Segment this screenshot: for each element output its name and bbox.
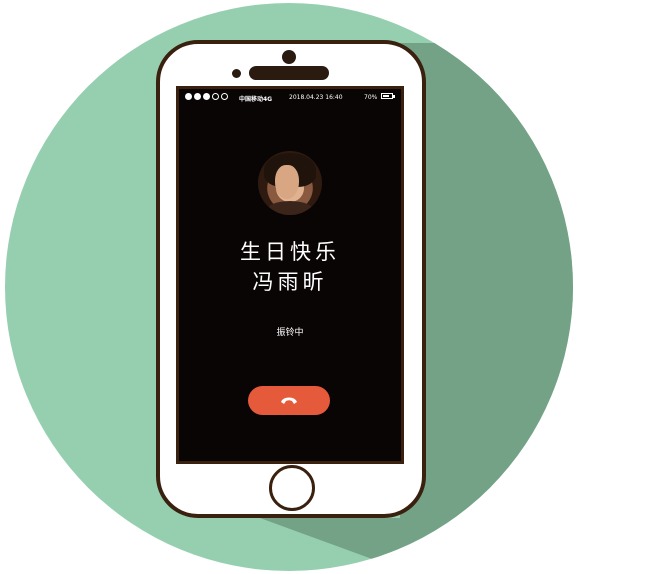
avatar-shoulder: [266, 201, 314, 215]
earpiece-speaker: [249, 66, 329, 80]
signal-strength-icon: [185, 93, 228, 100]
signal-dot: [194, 93, 201, 100]
call-status: 振铃中: [276, 328, 304, 338]
signal-dot: [203, 93, 210, 100]
phone-illustration: 中国移动4G 2018.04.23 16:40 70% 生日快乐 冯雨昕 振铃中: [0, 0, 659, 574]
signal-dot: [221, 93, 228, 100]
hangup-button[interactable]: [248, 386, 330, 415]
carrier-name: 中国移动4G: [239, 96, 273, 103]
battery-icon: [381, 93, 393, 99]
front-camera: [282, 50, 296, 64]
signal-dot: [185, 93, 192, 100]
proximity-sensor: [232, 69, 241, 78]
phone-hangup-icon: [281, 397, 297, 404]
phone-screen: 中国移动4G 2018.04.23 16:40 70% 生日快乐 冯雨昕 振铃中: [176, 86, 404, 464]
caller-avatar: [258, 151, 322, 215]
avatar-face: [275, 165, 299, 199]
status-bar: 中国移动4G 2018.04.23 16:40 70%: [179, 89, 401, 107]
battery-percent: 70%: [364, 94, 378, 101]
home-button[interactable]: [269, 465, 315, 511]
status-datetime: 2018.04.23 16:40: [289, 94, 343, 101]
caller-name-line-2: 冯雨昕: [252, 270, 328, 294]
battery-tip: [393, 95, 395, 98]
signal-dot: [212, 93, 219, 100]
caller-name-line-1: 生日快乐: [240, 240, 340, 264]
battery-fill: [383, 95, 389, 97]
